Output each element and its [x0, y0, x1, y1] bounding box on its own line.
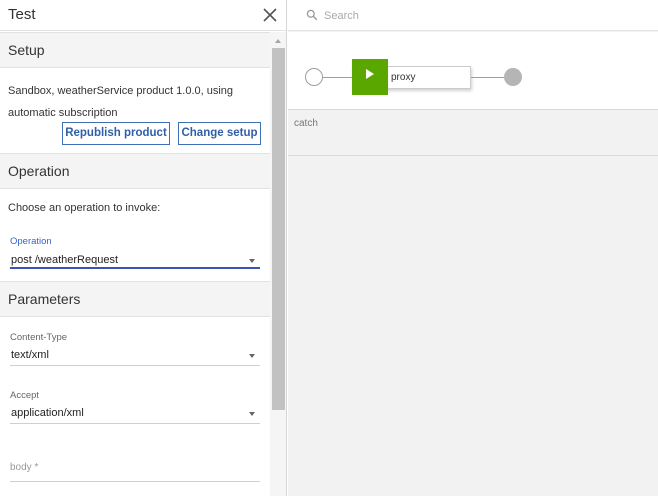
accept-value: application/xml	[11, 407, 84, 419]
operation-section-header[interactable]: Operation	[0, 153, 270, 189]
setup-heading: Setup	[8, 42, 45, 58]
panel-title: Test	[8, 6, 36, 23]
panel-scroll-area: Setup Sandbox, weatherService product 1.…	[0, 32, 270, 496]
chevron-down-icon[interactable]	[249, 354, 255, 358]
operation-selected-value: post /weatherRequest	[11, 254, 119, 266]
chevron-down-icon[interactable]	[249, 412, 255, 416]
scroll-up-arrow-icon[interactable]	[275, 39, 281, 43]
setup-section-header[interactable]: Setup	[0, 32, 270, 68]
search-input[interactable]	[324, 7, 624, 24]
catch-label: catch	[294, 118, 318, 129]
operation-field-label: Operation	[10, 236, 52, 247]
chevron-down-icon[interactable]	[249, 259, 255, 263]
panel-header: Test	[0, 0, 286, 31]
play-icon[interactable]	[352, 59, 388, 95]
parameters-section-header[interactable]: Parameters	[0, 281, 270, 317]
accept-underline	[10, 423, 260, 424]
operation-underline	[10, 267, 260, 269]
flow-end-node[interactable]	[504, 68, 522, 86]
search-bar	[288, 0, 658, 31]
content-type-select[interactable]: Content-Type text/xml	[10, 330, 260, 366]
change-setup-button[interactable]: Change setup	[178, 122, 261, 145]
catch-lane: catch	[288, 111, 658, 156]
test-panel: Test Setup Sandbox, weatherService produ…	[0, 0, 287, 496]
operation-heading: Operation	[8, 163, 70, 179]
body-underline	[10, 481, 260, 482]
content-type-value: text/xml	[11, 349, 49, 361]
flow-canvas: catch proxy	[288, 0, 658, 496]
body-label: body *	[10, 462, 39, 473]
scrollbar-thumb[interactable]	[272, 48, 285, 410]
flow-connector	[323, 77, 352, 78]
search-icon	[306, 9, 318, 21]
parameters-heading: Parameters	[8, 291, 81, 307]
republish-product-button[interactable]: Republish product	[62, 122, 170, 145]
body-field[interactable]: body *	[10, 458, 260, 484]
accept-select[interactable]: Accept application/xml	[10, 388, 260, 424]
flow-connector	[471, 77, 504, 78]
content-type-underline	[10, 365, 260, 366]
close-icon[interactable]	[263, 8, 277, 22]
panel-scrollbar[interactable]	[270, 32, 286, 496]
proxy-node-label: proxy	[391, 72, 416, 83]
operation-select[interactable]: Operation post /weatherRequest	[10, 234, 260, 270]
accept-label: Accept	[10, 390, 40, 401]
setup-description: Sandbox, weatherService product 1.0.0, u…	[8, 85, 234, 119]
flow-start-node[interactable]	[305, 68, 323, 86]
operation-prompt: Choose an operation to invoke:	[8, 202, 161, 214]
content-type-label: Content-Type	[10, 332, 68, 343]
flow-lane	[288, 32, 658, 110]
